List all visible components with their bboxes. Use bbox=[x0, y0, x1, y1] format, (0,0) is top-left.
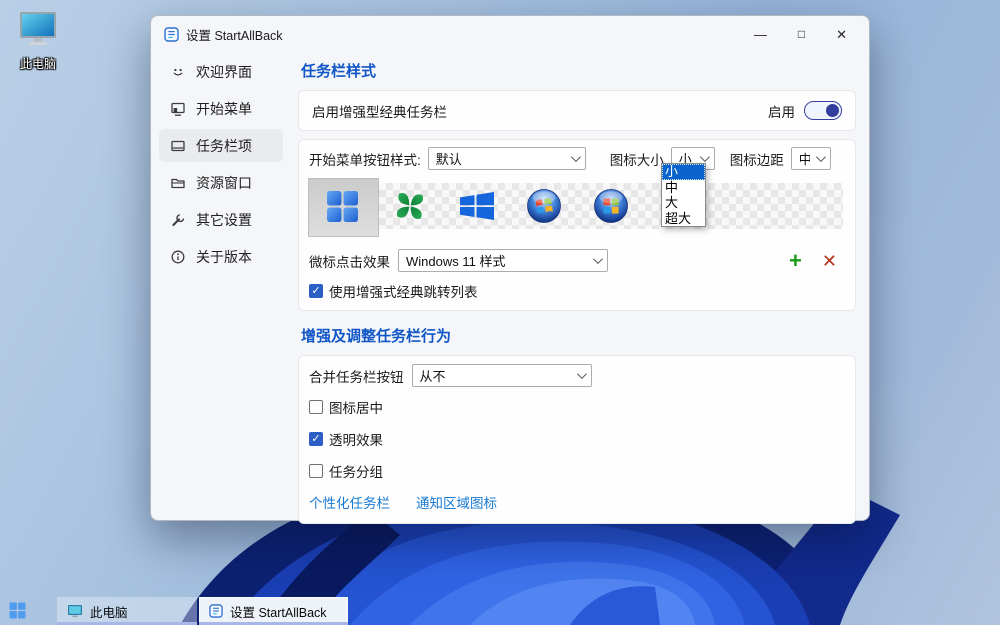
win7-classic-orb-icon bbox=[593, 188, 629, 224]
taskbar-style-card: 开始菜单按钮样式: 默认 图标大小 小 图标边距 中 bbox=[298, 139, 856, 311]
dropdown-option-medium[interactable]: 中 bbox=[662, 180, 705, 196]
start-style-select[interactable]: 默认 bbox=[428, 147, 586, 170]
folder-icon bbox=[170, 175, 186, 191]
remove-button[interactable]: ✕ bbox=[822, 252, 837, 270]
start-button-style-strip bbox=[309, 183, 843, 229]
sidebar-item-label: 其它设置 bbox=[196, 210, 252, 230]
chevron-down-icon bbox=[816, 152, 826, 162]
section-title-taskbar-style: 任务栏样式 bbox=[301, 60, 856, 81]
taskbar-button-label: 设置 StartAllBack bbox=[230, 602, 327, 621]
chevron-down-icon bbox=[593, 254, 603, 264]
taskbar-button-label: 此电脑 bbox=[90, 602, 128, 621]
sidebar-item-other-settings[interactable]: 其它设置 bbox=[159, 203, 283, 236]
section-title-behavior: 增强及调整任务栏行为 bbox=[301, 325, 856, 346]
win10-logo-icon bbox=[460, 192, 494, 220]
enable-taskbar-card: 启用增强型经典任务栏 启用 bbox=[298, 90, 856, 131]
icon-margin-select[interactable]: 中 bbox=[791, 147, 831, 170]
jumplist-checkbox[interactable]: ✓ bbox=[309, 284, 323, 298]
start-style-win7-classic-orb[interactable] bbox=[577, 183, 644, 229]
sidebar-item-label: 开始菜单 bbox=[196, 99, 252, 119]
enable-toggle[interactable] bbox=[804, 101, 842, 120]
taskbar: 此电脑 设置 StartAllBack bbox=[0, 597, 1000, 625]
windows-start-icon bbox=[9, 602, 26, 619]
icon-size-label: 图标大小 bbox=[610, 149, 664, 169]
enable-label: 启用增强型经典任务栏 bbox=[312, 101, 447, 121]
transparency-label: 透明效果 bbox=[329, 429, 383, 449]
jumplist-label: 使用增强式经典跳转列表 bbox=[329, 281, 478, 301]
center-icons-label: 图标居中 bbox=[329, 397, 383, 417]
start-style-clover[interactable] bbox=[376, 183, 443, 229]
app-icon bbox=[209, 604, 223, 618]
chevron-down-icon bbox=[571, 152, 581, 162]
smiley-icon bbox=[170, 64, 186, 80]
content-panel: 任务栏样式 启用增强型经典任务栏 启用 开始菜单按钮样式: 默认 图标大小 bbox=[291, 52, 869, 522]
sidebar-item-label: 任务栏项 bbox=[196, 136, 252, 156]
sidebar: 欢迎界面 开始菜单 任务栏项 bbox=[151, 52, 291, 522]
taskbar-button-this-pc[interactable]: 此电脑 bbox=[57, 597, 197, 625]
combine-label: 合并任务栏按钮 bbox=[309, 366, 404, 386]
toggle-label: 启用 bbox=[768, 101, 795, 121]
notification-area-link[interactable]: 通知区域图标 bbox=[416, 492, 497, 512]
desktop-icon-label: 此电脑 bbox=[6, 55, 70, 72]
behavior-card: 合并任务栏按钮 从不 图标居中 ✓ 透明效果 bbox=[298, 355, 856, 524]
start-button[interactable] bbox=[9, 602, 26, 624]
dropdown-option-small[interactable]: 小 bbox=[662, 164, 705, 180]
close-button[interactable]: ✕ bbox=[836, 28, 847, 41]
dropdown-option-xlarge[interactable]: 超大 bbox=[662, 211, 705, 227]
icon-size-dropdown-list: 小 中 大 超大 bbox=[661, 163, 706, 227]
clover-logo-icon bbox=[394, 190, 426, 222]
transparency-checkbox[interactable]: ✓ bbox=[309, 432, 323, 446]
sidebar-item-label: 资源窗口 bbox=[196, 173, 252, 193]
desktop-icon-this-pc[interactable]: 此电脑 bbox=[6, 10, 70, 72]
minimize-button[interactable]: — bbox=[754, 28, 767, 41]
personalize-taskbar-link[interactable]: 个性化任务栏 bbox=[309, 492, 390, 512]
task-grouping-label: 任务分组 bbox=[329, 461, 383, 481]
task-grouping-checkbox[interactable] bbox=[309, 464, 323, 478]
taskbar-button-startallback[interactable]: 设置 StartAllBack bbox=[199, 597, 348, 625]
sidebar-item-explorer[interactable]: 资源窗口 bbox=[159, 166, 283, 199]
window-title: 设置 StartAllBack bbox=[186, 25, 754, 44]
info-icon bbox=[170, 249, 186, 265]
taskbar-icon bbox=[170, 138, 186, 154]
chevron-down-icon bbox=[700, 152, 710, 162]
monitor-icon bbox=[67, 604, 83, 618]
sidebar-item-start-menu[interactable]: 开始菜单 bbox=[159, 92, 283, 125]
monitor-icon bbox=[17, 10, 59, 48]
icon-margin-label: 图标边距 bbox=[730, 149, 784, 169]
desktop: 此电脑 设置 StartAllBack — □ ✕ bbox=[0, 0, 1000, 625]
sidebar-item-about[interactable]: 关于版本 bbox=[159, 240, 283, 273]
win11-logo-icon bbox=[326, 190, 359, 223]
sidebar-item-label: 欢迎界面 bbox=[196, 62, 252, 82]
win7-orb-icon bbox=[526, 188, 562, 224]
maximize-button[interactable]: □ bbox=[798, 28, 805, 40]
add-button[interactable]: + bbox=[789, 250, 802, 272]
dropdown-option-large[interactable]: 大 bbox=[662, 195, 705, 211]
sidebar-item-taskbar[interactable]: 任务栏项 bbox=[159, 129, 283, 162]
start-style-win11[interactable] bbox=[309, 183, 376, 229]
wrench-icon bbox=[170, 212, 186, 228]
start-style-label: 开始菜单按钮样式: bbox=[309, 149, 421, 169]
sidebar-item-welcome[interactable]: 欢迎界面 bbox=[159, 55, 283, 88]
start-style-win10[interactable] bbox=[443, 183, 510, 229]
badge-click-select[interactable]: Windows 11 样式 bbox=[398, 249, 608, 272]
center-icons-checkbox[interactable] bbox=[309, 400, 323, 414]
sidebar-item-label: 关于版本 bbox=[196, 247, 252, 267]
startallback-settings-window: 设置 StartAllBack — □ ✕ 欢迎界面 bbox=[150, 15, 870, 521]
badge-click-label: 微标点击效果 bbox=[309, 251, 390, 271]
start-style-win7-orb[interactable] bbox=[510, 183, 577, 229]
toggle-knob bbox=[826, 104, 839, 117]
combine-select[interactable]: 从不 bbox=[412, 364, 592, 387]
app-icon bbox=[164, 27, 179, 42]
chevron-down-icon bbox=[576, 369, 586, 379]
start-menu-icon bbox=[170, 101, 186, 117]
titlebar[interactable]: 设置 StartAllBack — □ ✕ bbox=[151, 16, 869, 52]
